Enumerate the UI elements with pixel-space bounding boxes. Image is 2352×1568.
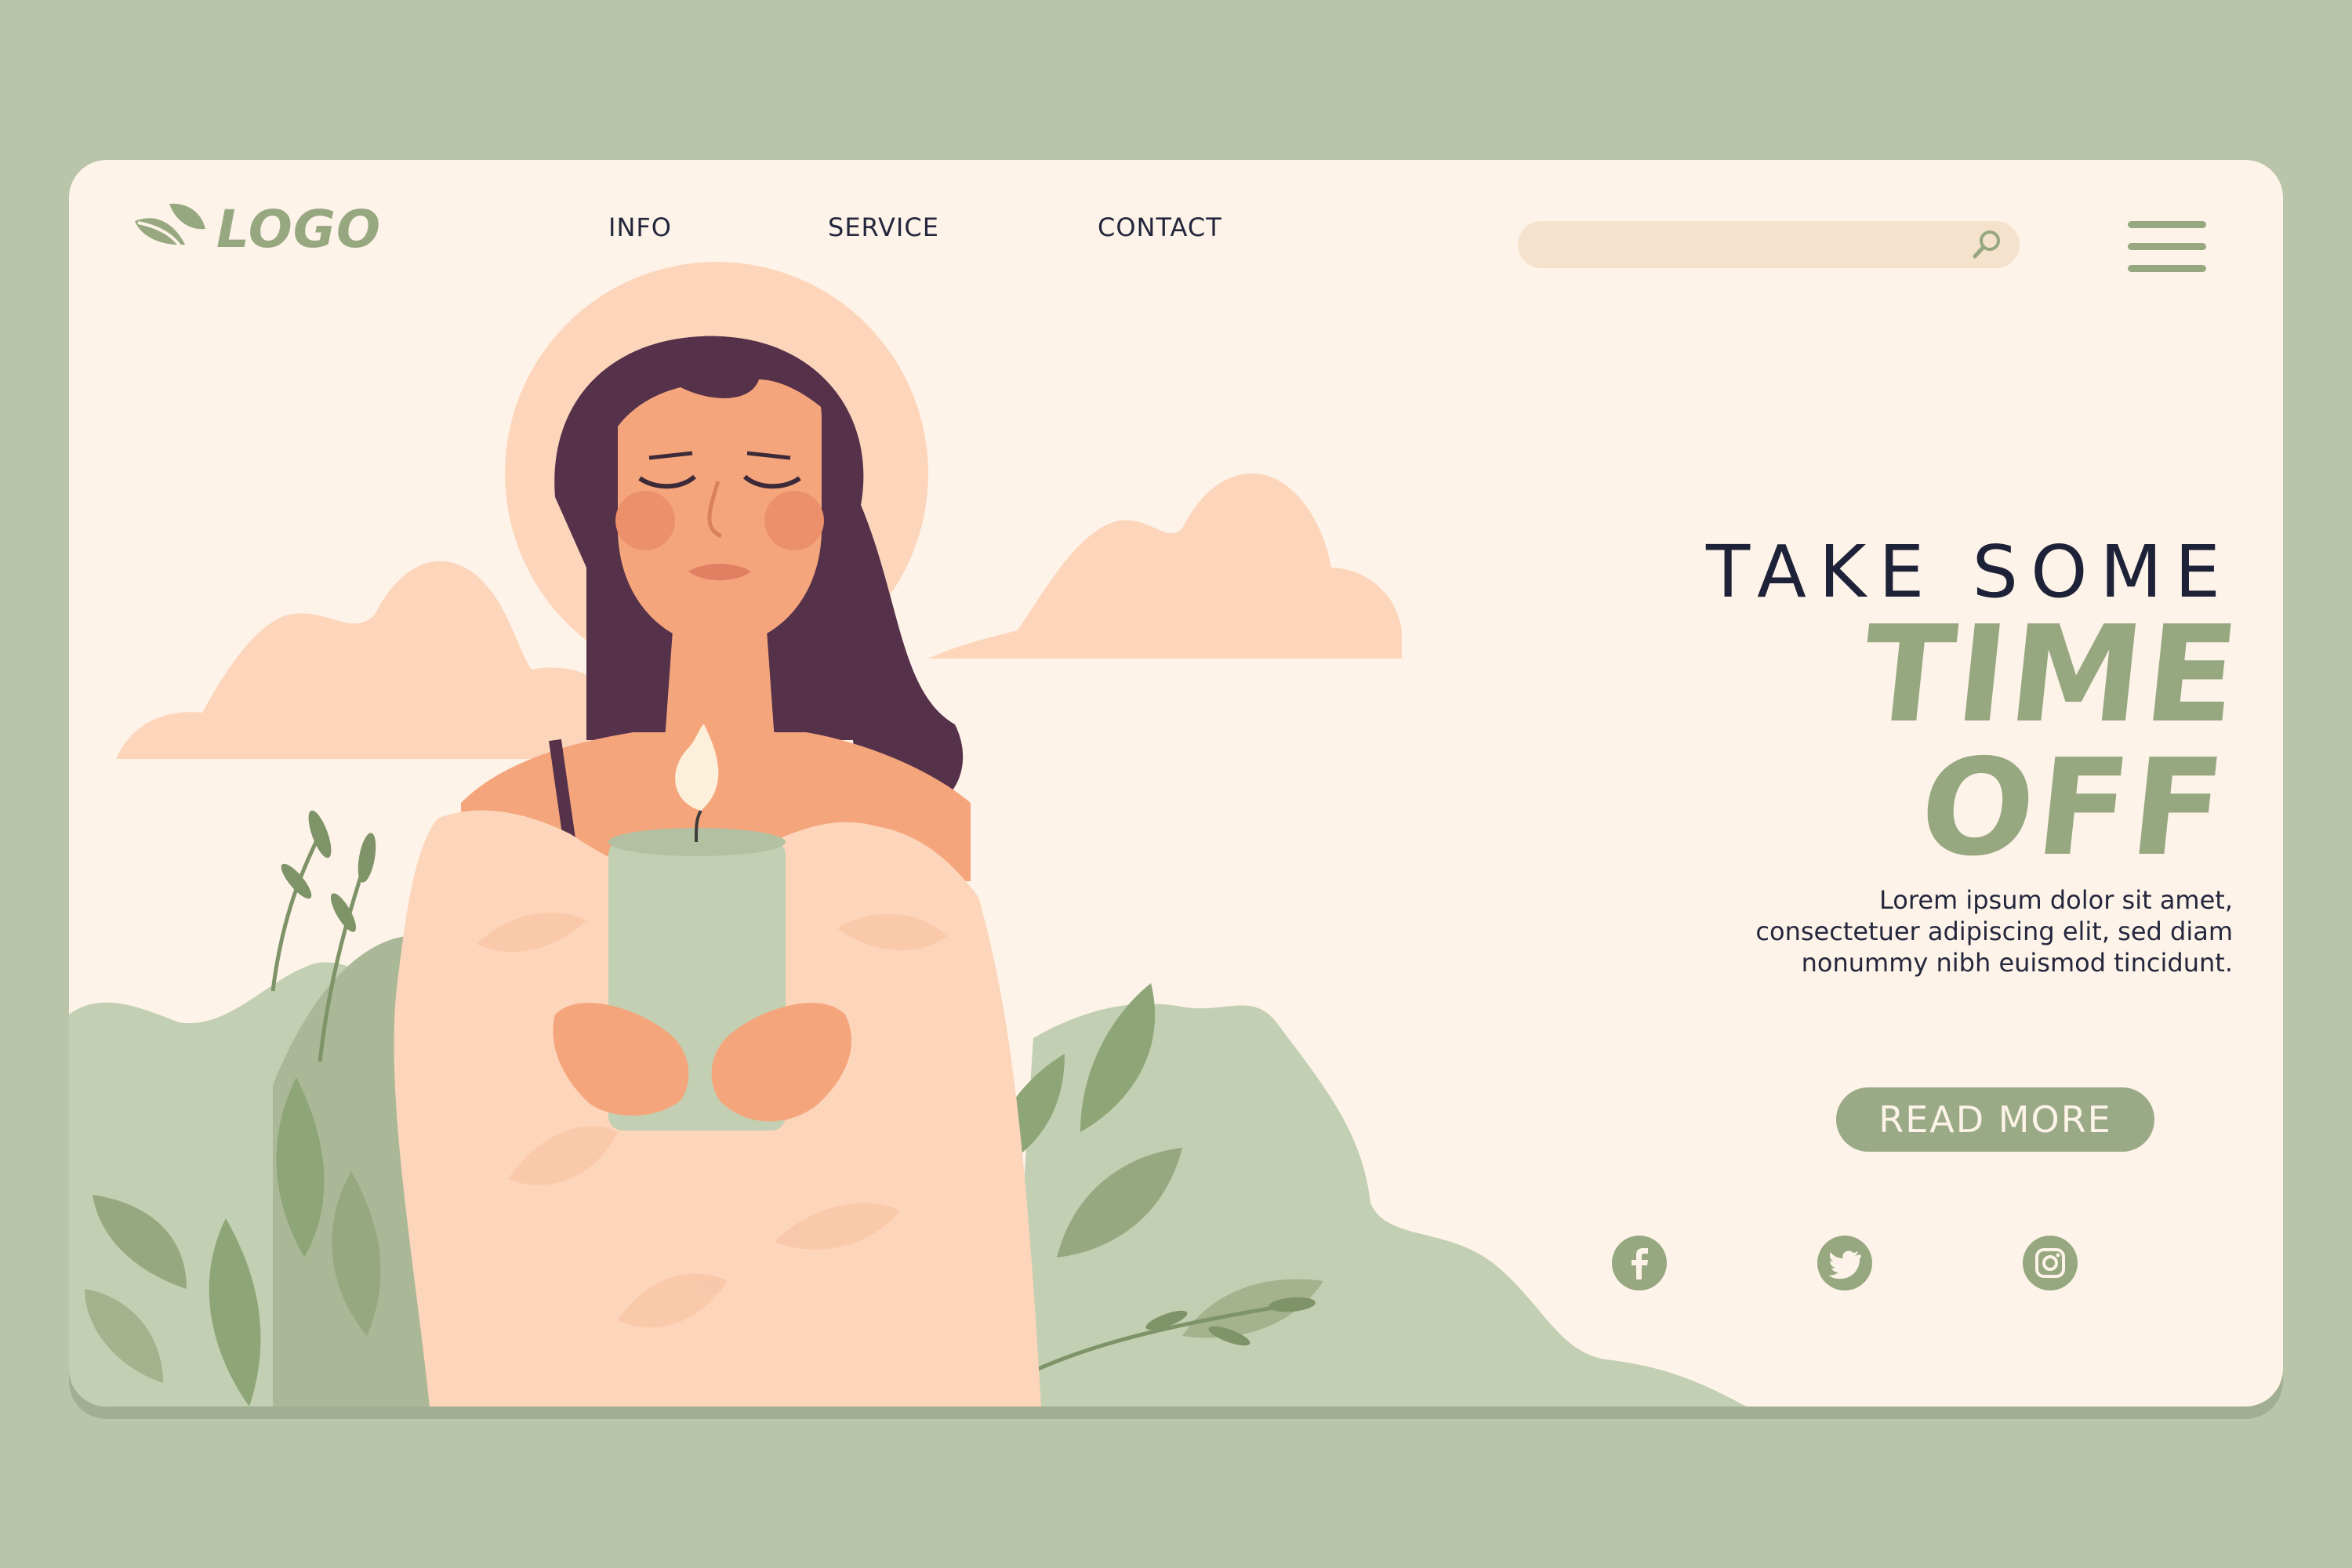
leaf-logo-icon xyxy=(135,203,205,258)
cloud-right xyxy=(928,474,1402,659)
description-line: nonummy nibh euismod tincidunt. xyxy=(1801,948,2233,978)
search-bar xyxy=(1518,221,2020,270)
nav-contact[interactable]: CONTACT xyxy=(1098,212,1222,242)
description-line: consectetuer adipiscing elit, sed diam xyxy=(1755,916,2233,946)
read-more-button[interactable]: READ MORE xyxy=(1836,1087,2154,1152)
hero-title: TIME OFF xyxy=(1855,597,2249,886)
nav-info[interactable]: INFO xyxy=(608,212,672,242)
landing-card: LOGO INFO SERVICE CONTACT TAKE SOME TIME… xyxy=(69,160,2283,1406)
hamburger-menu-icon[interactable] xyxy=(2128,221,2206,273)
search-icon[interactable] xyxy=(1971,228,2004,261)
logo[interactable]: LOGO xyxy=(130,198,381,260)
logo-text: LOGO xyxy=(216,198,382,260)
hero-description: Lorem ipsum dolor sit amet, consectetuer… xyxy=(1527,884,2233,978)
twitter-icon[interactable] xyxy=(1817,1236,1872,1290)
description-line: Lorem ipsum dolor sit amet, xyxy=(1879,885,2233,915)
nav-service[interactable]: SERVICE xyxy=(828,212,939,242)
neck xyxy=(665,630,775,740)
instagram-icon[interactable] xyxy=(2023,1236,2078,1290)
facebook-icon[interactable] xyxy=(1612,1236,1667,1290)
search-input[interactable] xyxy=(1537,221,1963,270)
